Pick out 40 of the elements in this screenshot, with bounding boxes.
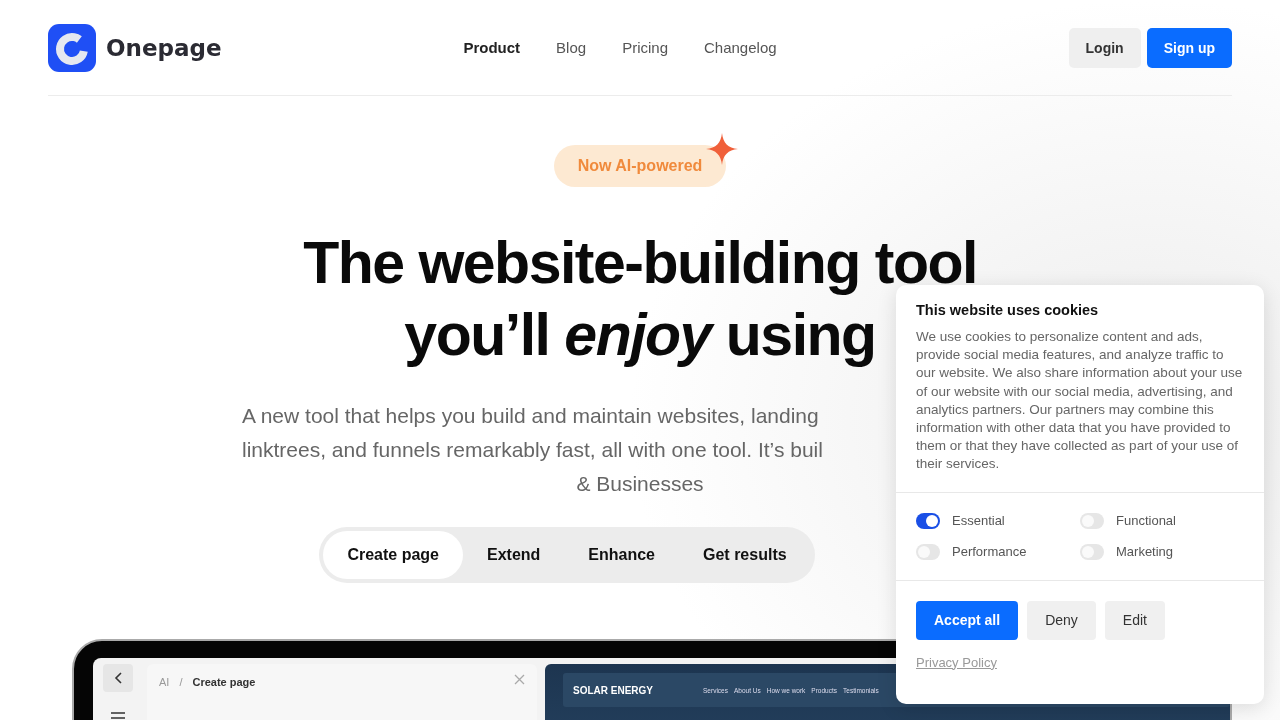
subtitle-text: linktrees, and funnels remarkably fast, all with one tool. It’s buil <box>241 437 823 463</box>
nav-link[interactable]: Pricing <box>622 39 668 56</box>
subtitle-text: & Businesses <box>576 471 704 497</box>
chevron-left-icon <box>113 672 123 684</box>
option-label: Marketing <box>1116 544 1174 560</box>
breadcrumb-separator: / <box>179 676 183 688</box>
nav-link[interactable]: Changelog <box>704 39 777 56</box>
accept-button[interactable]: Accept all <box>916 600 1019 640</box>
preview-brand: SOLAR ENERGY <box>573 684 653 696</box>
back-button[interactable] <box>103 664 133 692</box>
nav-link[interactable]: Product <box>463 39 521 56</box>
sparkle-icon <box>706 133 739 165</box>
breadcrumb-current: Create page <box>192 676 256 688</box>
dialog-text: We use cookies to personalize content and ads, provide social media features, and analyze traffic to our website. We also share information about your use of our website with our social media, advertising, and analytics partners. Our partners may combine this information with other data that you have provided to them or that they have collected as part of your use of their services. <box>916 328 1244 474</box>
tab[interactable]: Enhance <box>564 531 679 579</box>
ai-badge: Now AI-powered <box>553 145 727 187</box>
dialog-title: This website uses cookies <box>916 302 1100 318</box>
menu-icon <box>111 712 125 720</box>
login-button[interactable]: Login <box>1068 27 1141 68</box>
headline: The website-building tool <box>303 229 977 298</box>
option-label: Functional <box>1116 513 1176 529</box>
close-icon <box>514 674 525 685</box>
option-label: Performance <box>952 544 1027 560</box>
tab[interactable]: Extend <box>463 531 565 579</box>
tab[interactable]: Get results <box>679 531 811 579</box>
logo-icon <box>48 23 96 72</box>
toggle-switch[interactable] <box>1080 543 1104 560</box>
signup-button[interactable]: Sign up <box>1146 27 1232 68</box>
toggle-switch[interactable] <box>916 543 940 560</box>
tab[interactable]: Create page <box>323 531 463 579</box>
dialog-button[interactable]: Edit <box>1104 600 1165 640</box>
close-button[interactable] <box>514 674 525 685</box>
toggle-switch[interactable] <box>1080 512 1104 529</box>
subtitle-text: A new tool that helps you build and maintain websites, landing <box>241 403 819 429</box>
dialog-button[interactable]: Deny <box>1027 600 1096 640</box>
brand-name[interactable]: Onepage <box>106 34 222 61</box>
option-label: Essential <box>952 513 1005 529</box>
toggle-switch[interactable] <box>916 512 940 529</box>
nav-link[interactable]: Blog <box>556 39 587 56</box>
headline: you’ll enjoy using <box>404 301 876 370</box>
